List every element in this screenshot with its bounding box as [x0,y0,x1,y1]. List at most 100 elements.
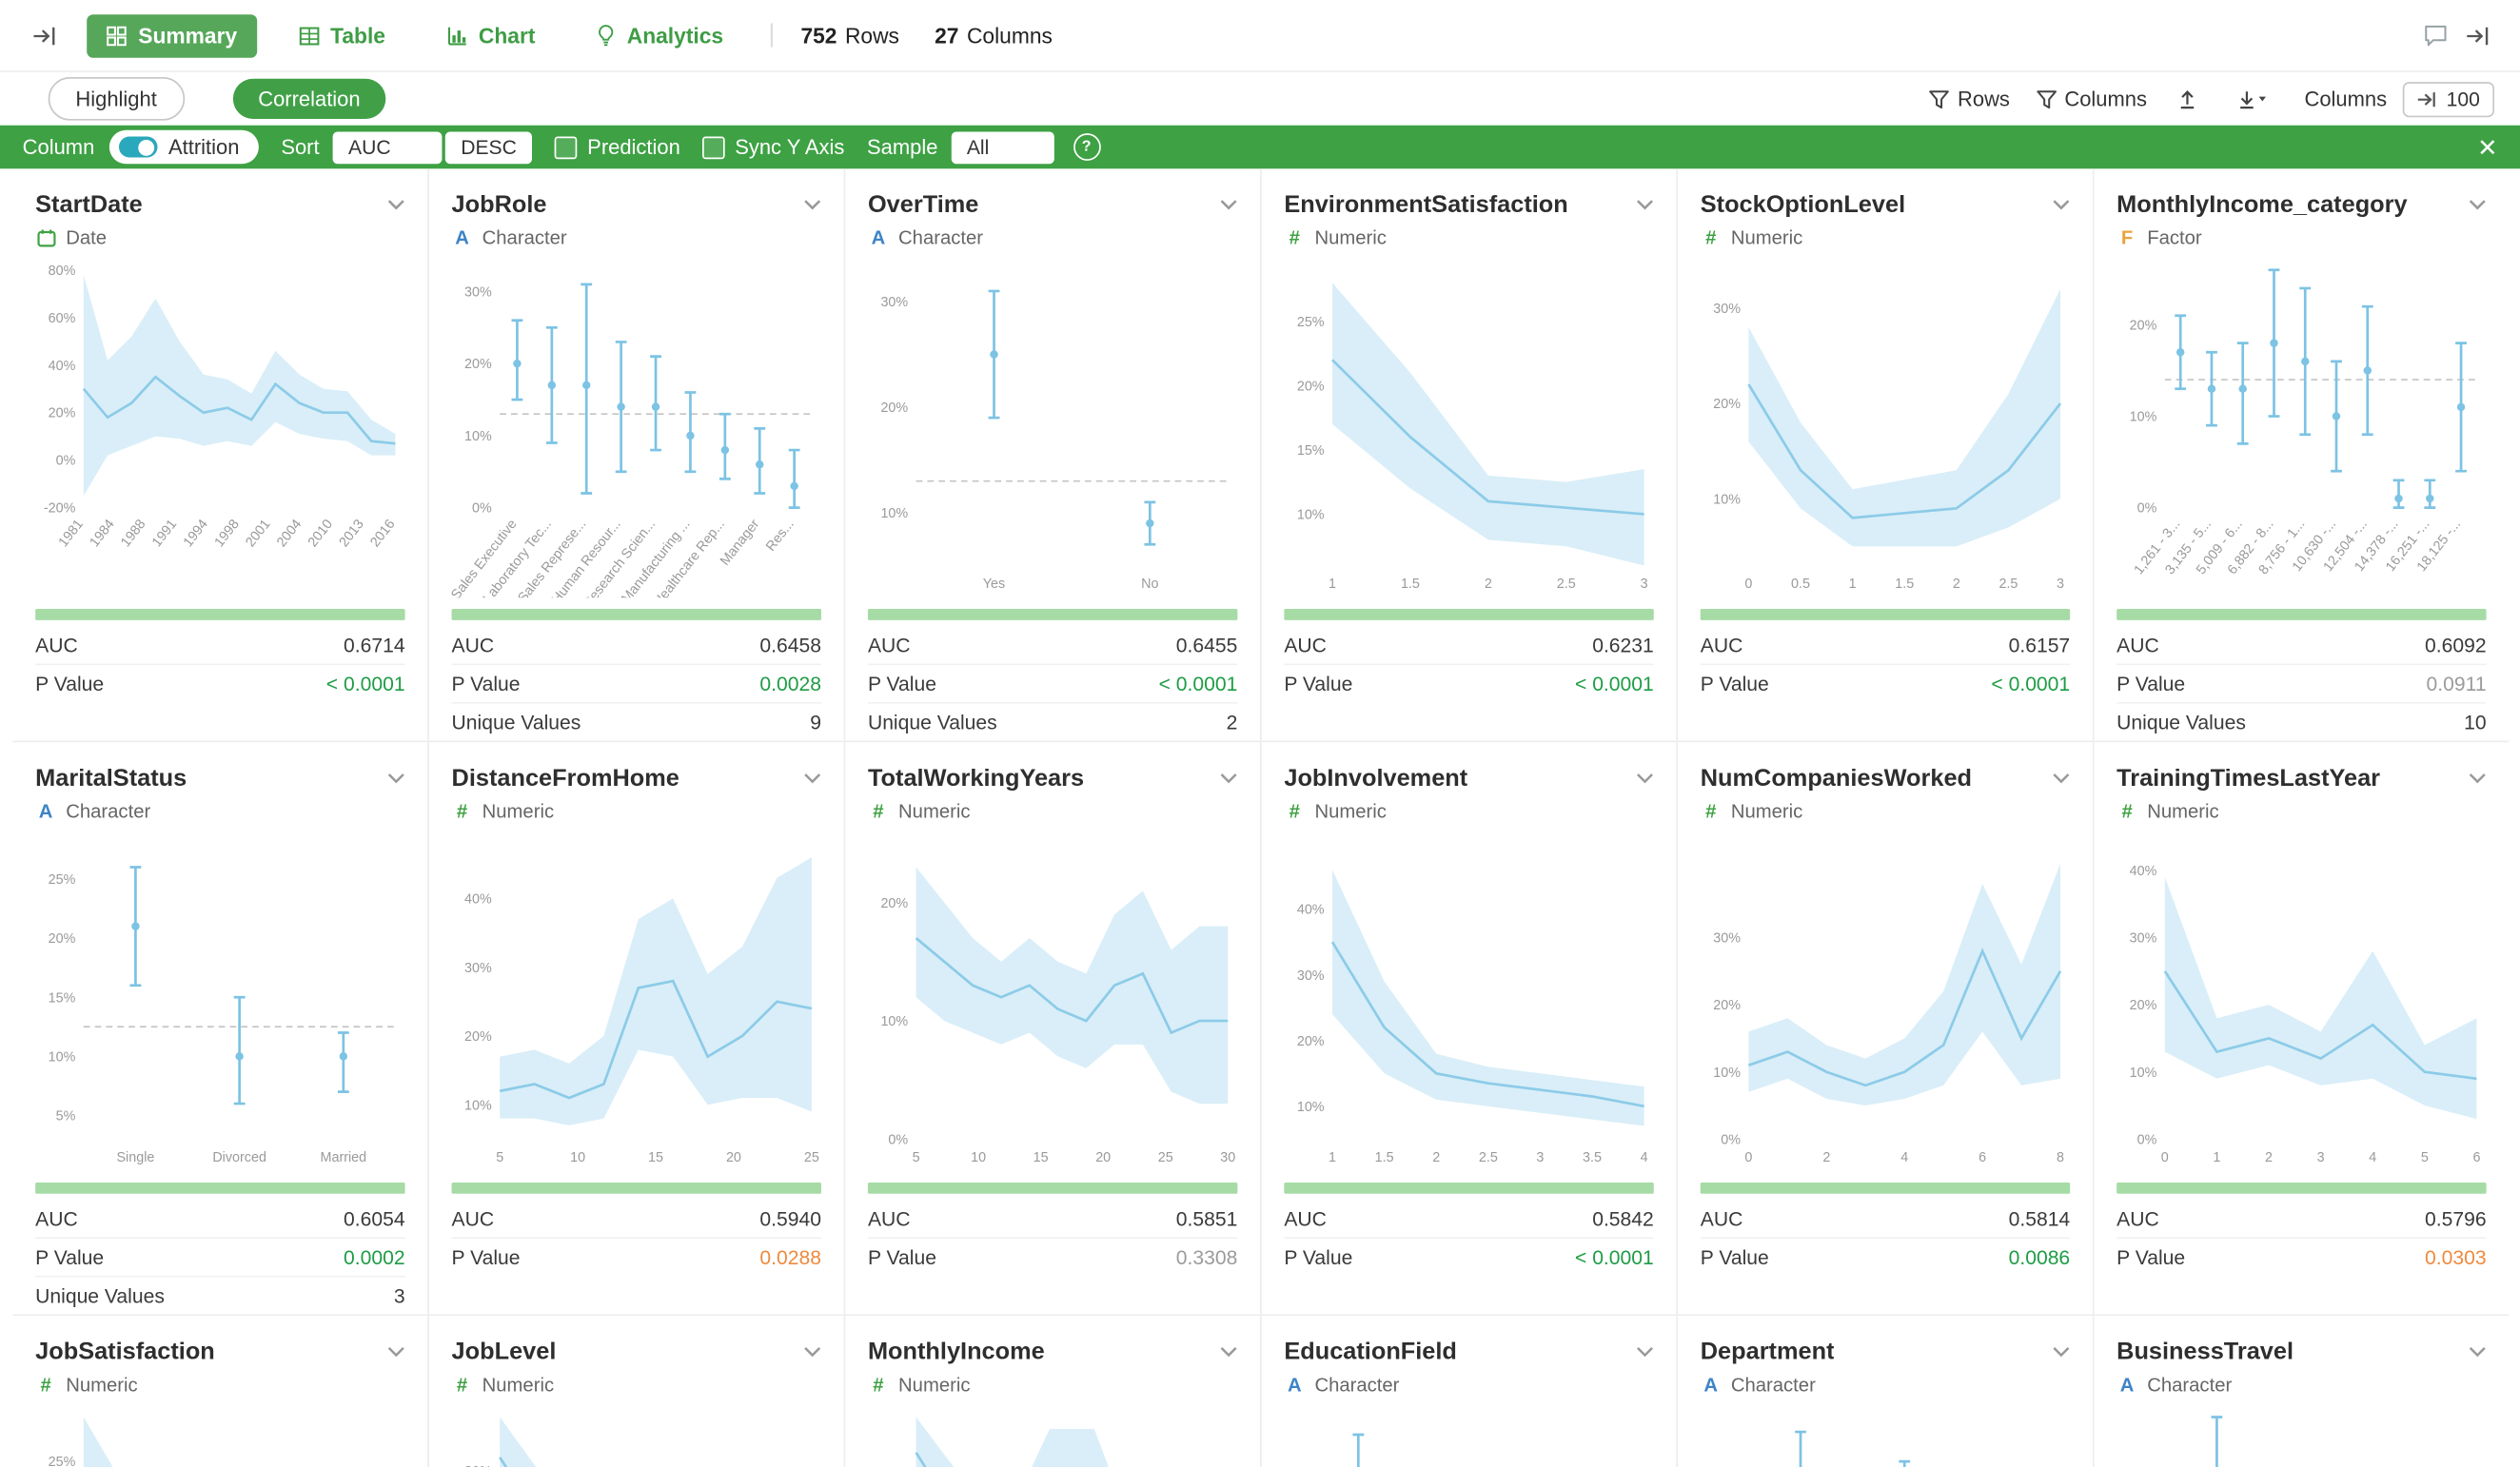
svg-text:4: 4 [1641,1150,1648,1165]
highlight-button[interactable]: Highlight [49,77,185,121]
stat-row: P Value0.0002 [35,1239,404,1278]
column-type: A Character [1701,1372,2070,1398]
sort-field-select[interactable]: AUC [332,131,442,164]
column-chart[interactable]: 20%15%10% [2116,1404,2486,1467]
chevron-down-icon[interactable] [2469,772,2487,783]
column-chart[interactable]: 20%10%0%51015202530 [868,831,1237,1179]
column-type-label: Numeric [1314,226,1386,249]
column-chart[interactable]: 40%30%20%10%510152025 [452,831,821,1179]
stat-label: P Value [452,673,521,695]
column-chart[interactable]: 30%20%10%00.511.522.53 [1701,257,2070,605]
columns-page-size[interactable]: 100 [2403,81,2494,116]
stat-row: P Value< 0.0001 [1284,1239,1653,1276]
chevron-down-icon[interactable] [2053,199,2071,210]
svg-text:20%: 20% [880,401,908,416]
stat-label: AUC [2116,634,2159,656]
chevron-down-icon[interactable] [1636,1345,1654,1357]
svg-text:1: 1 [2213,1150,2220,1165]
collapse-panel-icon[interactable] [23,14,65,56]
svg-text:0%: 0% [888,1132,908,1147]
stat-label: AUC [35,1207,78,1230]
stat-row: P Value0.0911 [2116,665,2486,704]
svg-text:-20%: -20% [44,501,76,517]
tab-analytics[interactable]: Analytics [577,13,742,57]
sample-label: Sample [867,135,937,159]
chevron-down-icon[interactable] [1220,772,1238,783]
svg-text:5: 5 [2421,1150,2429,1165]
tab-table[interactable]: Table [279,13,404,57]
column-chart[interactable]: 40%30%20%10%11.522.533.54 [1284,831,1653,1179]
column-chart[interactable]: 25%20%15%10%11.522.533.54 [35,1404,404,1467]
column-chart[interactable]: 40%30%20%10%0%0123456 [2116,831,2486,1179]
expand-right-icon[interactable] [2455,14,2497,56]
chevron-down-icon[interactable] [2469,199,2487,210]
chevron-down-icon[interactable] [1636,772,1654,783]
svg-text:2: 2 [2265,1150,2273,1165]
column-chart[interactable]: 30%20%10%YesNo [868,257,1237,605]
svg-text:10%: 10% [1713,492,1741,507]
numeric-hash-icon: # [868,800,889,823]
sort-direction-select[interactable]: DESC [444,131,532,164]
chevron-down-icon[interactable] [1220,199,1238,210]
auc-progress-bar [2116,1183,2486,1194]
stat-value: 0.0911 [2427,673,2487,695]
rows-filter-button[interactable]: Rows [1929,87,2010,110]
target-column-pill[interactable]: Attrition [108,130,258,164]
column-chart[interactable]: 20%10%0%1,261 - 3...3,135 - 5...5,009 - … [2116,257,2486,605]
stat-label: P Value [1284,1246,1352,1269]
chevron-down-icon[interactable] [387,199,405,210]
row-count: 752Rows [800,23,899,47]
column-type-label: Character [2147,1374,2232,1397]
column-chart[interactable]: 25%20%15%10%11.522.53 [1284,257,1653,605]
checkbox-icon[interactable] [555,136,578,159]
stat-label: AUC [868,634,911,656]
sort-label: Sort [281,135,319,159]
download-button[interactable] [2227,78,2278,120]
column-type-label: Numeric [1731,226,1802,249]
svg-text:8: 8 [2057,1150,2064,1165]
chevron-down-icon[interactable] [2469,1345,2487,1357]
column-chart[interactable]: 20%10%0% [868,1404,1237,1467]
column-chart[interactable]: 20%15%10%5% [1284,1404,1653,1467]
column-type-label: Numeric [2147,800,2218,823]
numeric-hash-icon: # [868,1374,889,1397]
chevron-down-icon[interactable] [387,1345,405,1357]
chevron-down-icon[interactable] [2053,772,2071,783]
move-up-button[interactable] [2166,78,2208,120]
tab-summary[interactable]: Summary [87,13,256,57]
sync-y-axis-checkbox[interactable]: Sync Y Axis [702,135,844,159]
columns-filter-button[interactable]: Columns [2036,87,2147,110]
prediction-checkbox[interactable]: Prediction [555,135,679,159]
sync-y-axis-label: Sync Y Axis [735,135,844,159]
svg-text:40%: 40% [1297,903,1325,918]
comment-icon[interactable] [2414,14,2456,56]
chevron-down-icon[interactable] [1220,1345,1238,1357]
column-type: Date [35,225,404,250]
column-title: Department [1701,1338,1835,1365]
close-icon[interactable]: ✕ [2477,132,2497,161]
column-chart[interactable]: 30%20%10%0%Sales ExecutiveLaboratory Tec… [452,257,821,605]
column-chart[interactable]: 20%15%10%5%12345 [452,1404,821,1467]
chevron-down-icon[interactable] [1636,199,1654,210]
column-chart[interactable]: 25%20%15%10%5%SingleDivorcedMarried [35,831,404,1179]
chevron-down-icon[interactable] [387,772,405,783]
column-chart[interactable]: 80%60%40%20%0%-20%1981198419881991199419… [35,257,404,605]
column-chart[interactable]: 20%15%10% [1701,1404,2070,1467]
correlation-button[interactable]: Correlation [232,79,385,119]
checkbox-icon[interactable] [702,136,725,159]
column-title: EducationField [1284,1338,1457,1365]
toggle-switch-icon[interactable] [119,137,158,158]
column-chart[interactable]: 30%20%10%0%02468 [1701,831,2070,1179]
help-icon[interactable]: ? [1073,133,1100,161]
stat-label: AUC [452,1207,495,1230]
chevron-down-icon[interactable] [803,1345,821,1357]
chevron-down-icon[interactable] [803,199,821,210]
chevron-down-icon[interactable] [2053,1345,2071,1357]
chevron-down-icon[interactable] [803,772,821,783]
sample-select[interactable]: All [951,131,1053,164]
tab-chart[interactable]: Chart [427,13,555,57]
stat-value: 0.0288 [759,1246,821,1269]
svg-text:0.5: 0.5 [1791,577,1810,592]
tab-summary-label: Summary [138,23,237,47]
stat-value: 0.0002 [344,1246,405,1269]
